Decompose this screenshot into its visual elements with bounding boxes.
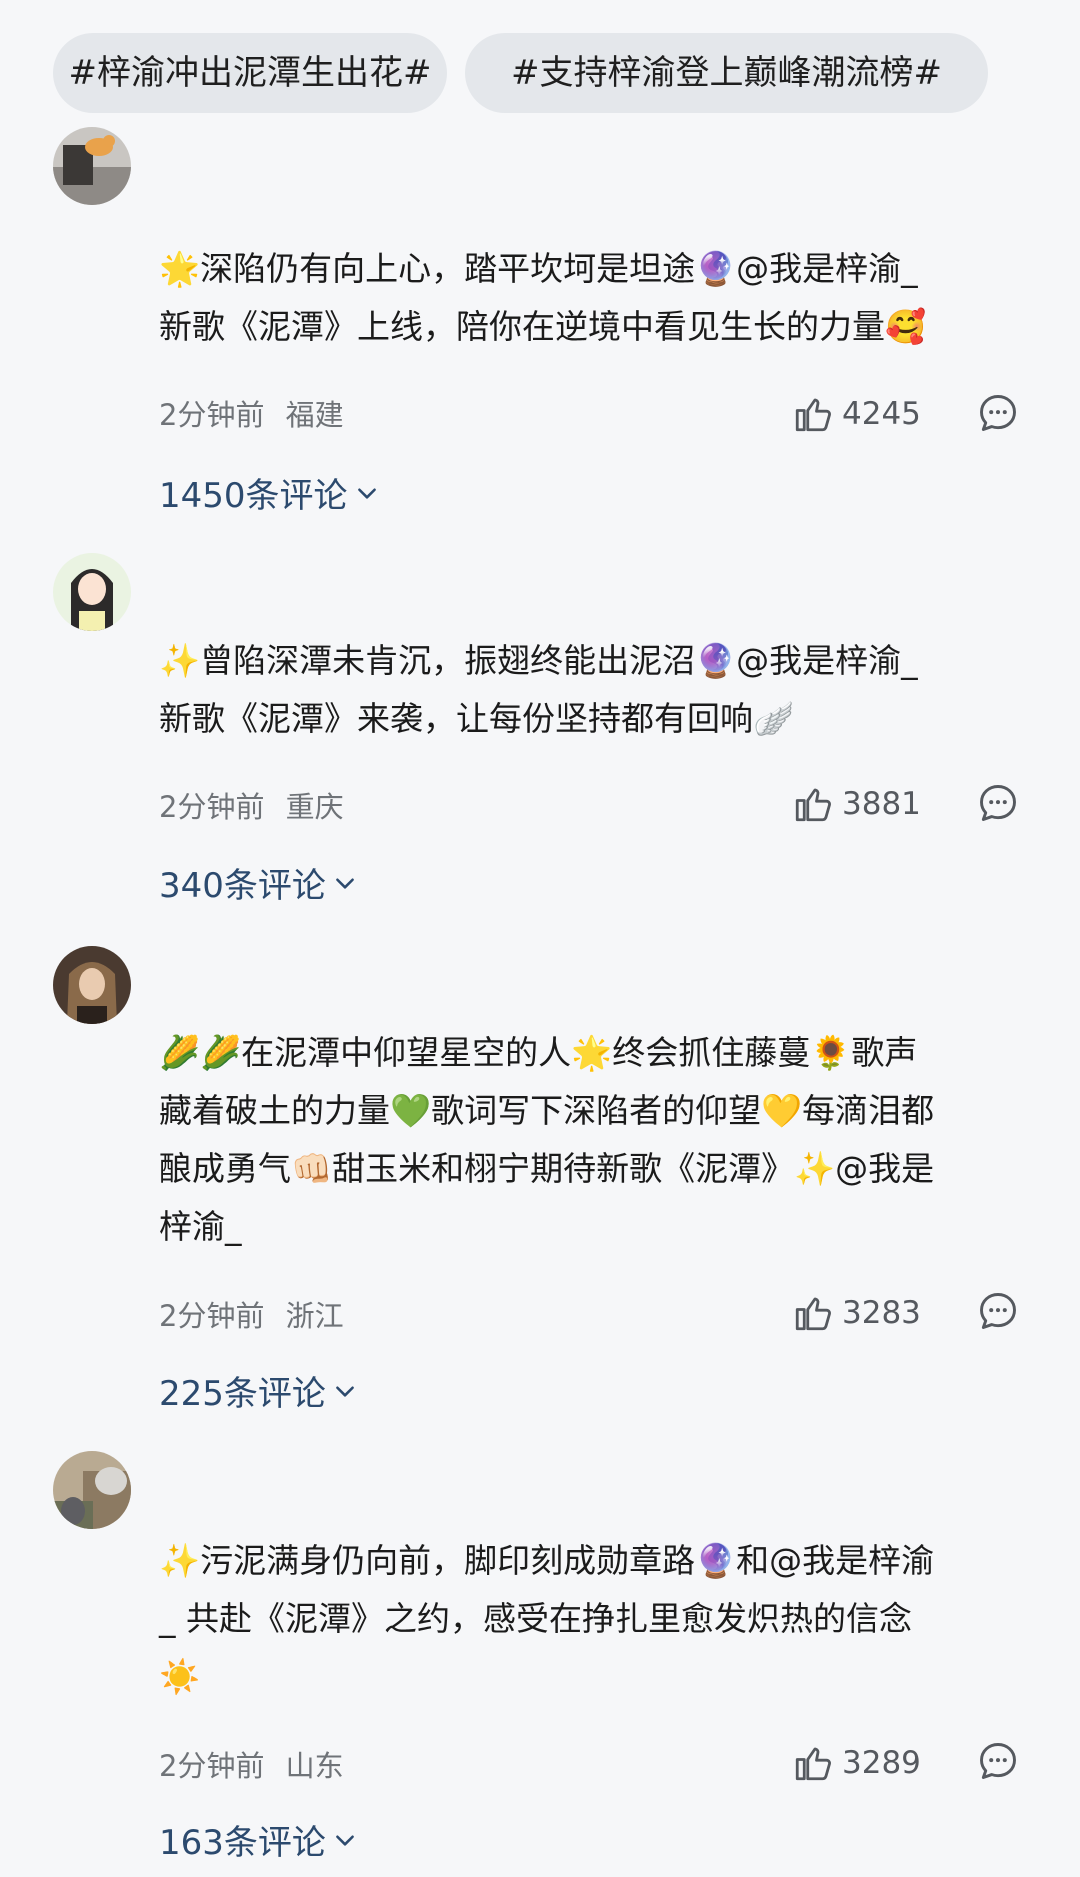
chevron-down-icon (336, 877, 354, 889)
reply-button[interactable] (976, 1289, 1020, 1333)
view-replies-link[interactable]: 1450条评论 (159, 468, 380, 517)
like-button[interactable]: 3881 (792, 783, 921, 825)
comment-location: 重庆 (285, 790, 344, 824)
chevron-down-icon (336, 1834, 354, 1846)
comment-location: 浙江 (285, 1299, 344, 1333)
avatar-image-dog-photo (53, 127, 131, 205)
reply-count: 225条评论 (159, 1374, 326, 1414)
chevron-down-icon (336, 1385, 354, 1397)
topic-tags: #梓渝冲出泥潭生出花# #支持梓渝登上巅峰潮流榜# (53, 33, 1066, 113)
thumbs-up-icon (795, 1297, 831, 1331)
thumbs-up-icon (795, 398, 831, 432)
reply-count: 340条评论 (159, 866, 326, 906)
view-replies-link[interactable]: 225条评论 (159, 1366, 358, 1415)
comment-meta: 2分钟前 浙江 (159, 1293, 344, 1335)
avatar[interactable] (53, 1451, 131, 1529)
view-replies-link[interactable]: 163条评论 (159, 1815, 358, 1864)
comment-bubble-icon (980, 785, 1016, 821)
comment-time: 2分钟前 (159, 790, 265, 824)
view-replies-link[interactable]: 340条评论 (159, 858, 358, 907)
reply-button[interactable] (976, 781, 1020, 825)
like-count: 3881 (842, 786, 921, 822)
comment-bubble-icon (980, 395, 1016, 431)
comment-time: 2分钟前 (159, 398, 265, 432)
avatar[interactable] (53, 946, 131, 1024)
reply-button[interactable] (976, 391, 1020, 435)
reply-count: 1450条评论 (159, 476, 348, 516)
comment-text: 🌽🌽在泥潭中仰望星空的人🌟终会抓住藤蔓🌻歌声 藏着破土的力量💚歌词写下深陷者的仰… (159, 1033, 935, 1246)
avatar-image-husky-photo (53, 1451, 131, 1529)
like-button[interactable]: 3289 (792, 1742, 921, 1784)
like-count: 3289 (842, 1745, 921, 1781)
avatar-image-anime-girl (53, 553, 131, 631)
comment-meta: 2分钟前 山东 (159, 1743, 344, 1785)
avatar[interactable] (53, 127, 131, 205)
reply-button[interactable] (976, 1739, 1020, 1783)
topic-tag-1[interactable]: #梓渝冲出泥潭生出花# (53, 33, 447, 113)
reply-count: 163条评论 (159, 1823, 326, 1863)
comment-text: 🌟深陷仍有向上心，踏平坎坷是坦途🔮@我是梓渝_ 新歌《泥潭》上线，陪你在逆境中看… (159, 249, 927, 346)
comment-text: ✨曾陷深潭未肯沉，振翅终能出泥沼🔮@我是梓渝_ 新歌《泥潭》来袭，让每份坚持都有… (159, 641, 918, 738)
comment-meta: 2分钟前 福建 (159, 392, 344, 434)
avatar[interactable] (53, 553, 131, 631)
comment-bubble-icon (980, 1293, 1016, 1329)
chevron-down-icon (357, 487, 376, 499)
like-count: 3283 (842, 1295, 921, 1331)
comment-text: ✨污泥满身仍向前，脚印刻成勋章路🔮和@我是梓渝 _ 共赴《泥潭》之约，感受在挣扎… (159, 1541, 935, 1696)
comment-time: 2分钟前 (159, 1749, 265, 1783)
comment-time: 2分钟前 (159, 1299, 265, 1333)
like-count: 4245 (842, 396, 921, 432)
like-button[interactable]: 3283 (792, 1292, 921, 1334)
comment-location: 山东 (285, 1749, 344, 1783)
avatar-image-long-hair-man (53, 946, 131, 1024)
like-button[interactable]: 4245 (792, 393, 921, 435)
comment-bubble-icon (980, 1743, 1016, 1779)
comment-location: 福建 (285, 398, 344, 432)
comment-meta: 2分钟前 重庆 (159, 784, 344, 826)
thumbs-up-icon (795, 1747, 831, 1781)
topic-tag-2[interactable]: #支持梓渝登上巅峰潮流榜# (465, 33, 988, 113)
thumbs-up-icon (795, 788, 831, 822)
